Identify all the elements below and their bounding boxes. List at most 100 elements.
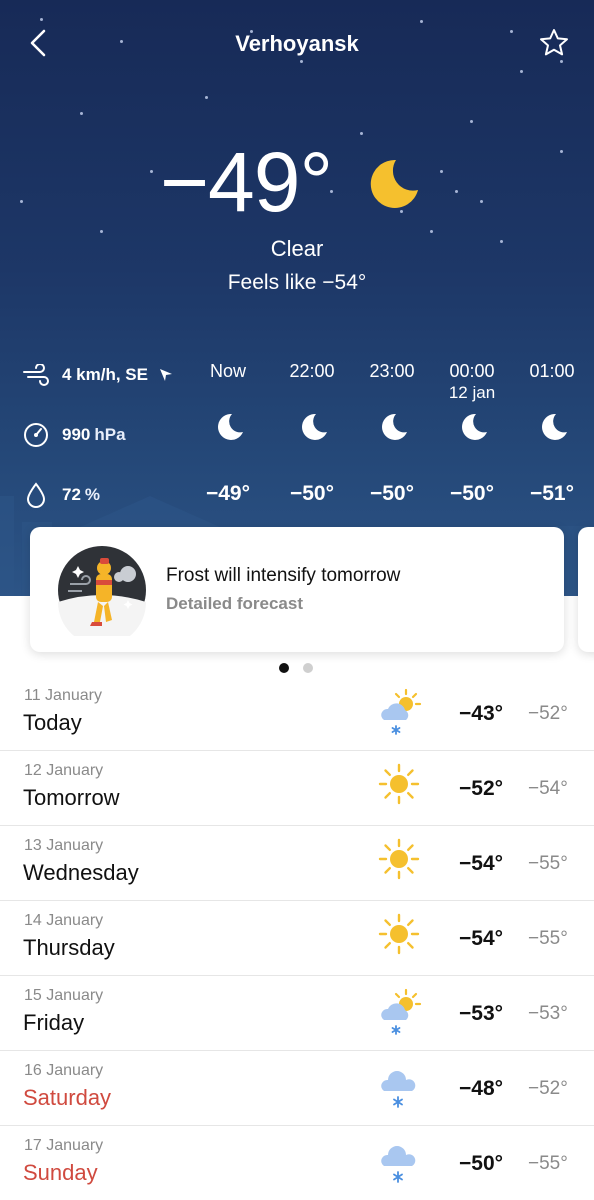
- pressure-unit: hPa: [94, 425, 126, 444]
- feels-like: Feels like −54°: [227, 271, 367, 294]
- moon-icon: [462, 413, 487, 440]
- sky-star: [40, 18, 43, 21]
- day-row[interactable]: 14 January Thursday −54° −55°: [0, 901, 594, 976]
- humidity-metric: 72 %: [22, 480, 100, 510]
- cloud-snow-icon: [381, 1071, 416, 1108]
- frost-alert-card[interactable]: Frost will intensify tomorrow Detailed f…: [30, 527, 564, 652]
- hour-date: 12 jan: [448, 383, 496, 402]
- hour-item[interactable]: 23:00 −50°: [352, 360, 432, 505]
- top-bar: Verhoyansk: [0, 22, 594, 66]
- day-low-temp: −53°: [528, 1003, 568, 1024]
- detailed-forecast-link[interactable]: Detailed forecast: [166, 594, 303, 614]
- day-name: Sunday: [23, 1160, 98, 1185]
- day-low-temp: −54°: [528, 778, 568, 799]
- day-date: 17 January: [24, 1137, 104, 1154]
- sun-icon: [378, 913, 420, 955]
- hero-panel: Verhoyansk −49° Clear Feels like −54° 4 …: [0, 0, 594, 596]
- hourly-forecast[interactable]: Now −49° 22:00 −50° 23:00 −50° 00:00 12 …: [188, 360, 594, 510]
- day-row[interactable]: 11 January Today −43° −52°: [0, 676, 594, 751]
- sky-star: [360, 132, 363, 135]
- day-low-temp: −55°: [528, 1153, 568, 1174]
- day-date: 13 January: [24, 837, 104, 854]
- day-high-temp: −52°: [459, 777, 504, 800]
- humidity-value: 72: [62, 485, 81, 504]
- wind-value: 4 km/h, SE: [62, 365, 148, 384]
- hour-temp: −51°: [529, 482, 575, 505]
- hour-time: Now: [209, 361, 246, 381]
- current-condition: Clear: [270, 236, 324, 261]
- day-name: Wednesday: [23, 860, 139, 885]
- city-title: Verhoyansk: [235, 31, 359, 56]
- day-low-temp: −52°: [528, 1078, 568, 1099]
- sky-star: [205, 96, 208, 99]
- day-row[interactable]: 12 January Tomorrow −52° −54°: [0, 751, 594, 826]
- day-name: Tomorrow: [23, 785, 120, 810]
- current-temperature: −49°: [160, 135, 333, 229]
- wind-icon: [23, 364, 49, 386]
- day-row[interactable]: 13 January Wednesday −54° −55°: [0, 826, 594, 901]
- sky-star: [455, 190, 458, 193]
- sky-star: [480, 200, 483, 203]
- sky-star: [470, 120, 473, 123]
- sun-icon: [378, 838, 420, 880]
- alert-title: Frost will intensify tomorrow: [166, 565, 401, 586]
- page-dot-active[interactable]: [279, 663, 289, 673]
- day-high-temp: −50°: [459, 1152, 504, 1175]
- star-favorite-icon[interactable]: [538, 27, 570, 59]
- hour-item[interactable]: 22:00 −50°: [272, 360, 352, 505]
- day-high-temp: −54°: [459, 852, 504, 875]
- cloud-snow-icon: [381, 1146, 416, 1183]
- hour-temp: −50°: [289, 482, 335, 505]
- sky-star: [20, 200, 23, 203]
- hour-item[interactable]: 00:00 12 jan −50°: [432, 360, 512, 505]
- day-name: Friday: [23, 1010, 85, 1035]
- moon-icon: [370, 159, 418, 208]
- hour-temp: −49°: [205, 482, 251, 505]
- day-date: 14 January: [24, 912, 104, 929]
- pressure-gauge-icon: [24, 423, 48, 447]
- day-date: 11 January: [24, 687, 102, 704]
- moon-icon: [382, 413, 407, 440]
- hour-time: 01:00: [529, 361, 575, 381]
- daily-forecast-list: 11 January Today −43° −52° 12 January To…: [0, 676, 594, 1200]
- pressure-metric: 990 hPa: [22, 420, 126, 450]
- day-name: Today: [23, 710, 82, 735]
- day-low-temp: −55°: [528, 853, 568, 874]
- day-name: Saturday: [23, 1085, 112, 1110]
- day-date: 15 January: [24, 987, 104, 1004]
- day-date: 16 January: [24, 1062, 104, 1079]
- sky-star: [440, 170, 443, 173]
- day-name: Thursday: [23, 935, 115, 960]
- hour-temp: −50°: [369, 482, 415, 505]
- day-high-temp: −53°: [459, 1002, 504, 1025]
- day-high-temp: −43°: [459, 702, 504, 725]
- frost-person-illustration: [58, 546, 146, 636]
- day-low-temp: −52°: [528, 703, 568, 724]
- sun-cloud-snow-icon: [381, 688, 422, 735]
- page-dot[interactable]: [303, 663, 313, 673]
- day-date: 12 January: [24, 762, 104, 779]
- day-high-temp: −54°: [459, 927, 504, 950]
- next-card-peek[interactable]: [578, 527, 594, 652]
- hour-temp: −50°: [449, 482, 495, 505]
- sky-star: [100, 230, 103, 233]
- sky-star: [150, 170, 153, 173]
- day-low-temp: −55°: [528, 928, 568, 949]
- hour-item[interactable]: Now −49°: [188, 360, 268, 505]
- hour-item[interactable]: 01:00 −51°: [512, 360, 592, 505]
- wind-metric: 4 km/h, SE: [22, 360, 186, 390]
- day-row[interactable]: 16 January Saturday −48° −52°: [0, 1051, 594, 1126]
- moon-icon: [302, 413, 327, 440]
- sky-star: [520, 70, 523, 73]
- carousel-pagination: [279, 663, 319, 675]
- hour-time: 22:00: [289, 361, 335, 381]
- sun-icon: [378, 763, 420, 805]
- sky-star: [430, 230, 433, 233]
- sky-star: [560, 150, 563, 153]
- day-row[interactable]: 17 January Sunday −50° −55°: [0, 1126, 594, 1200]
- humidity-unit: %: [84, 485, 101, 504]
- day-row[interactable]: 15 January Friday −53° −53°: [0, 976, 594, 1051]
- hour-time: 23:00: [369, 361, 415, 381]
- pressure-value: 990: [62, 425, 91, 444]
- day-high-temp: −48°: [459, 1077, 504, 1100]
